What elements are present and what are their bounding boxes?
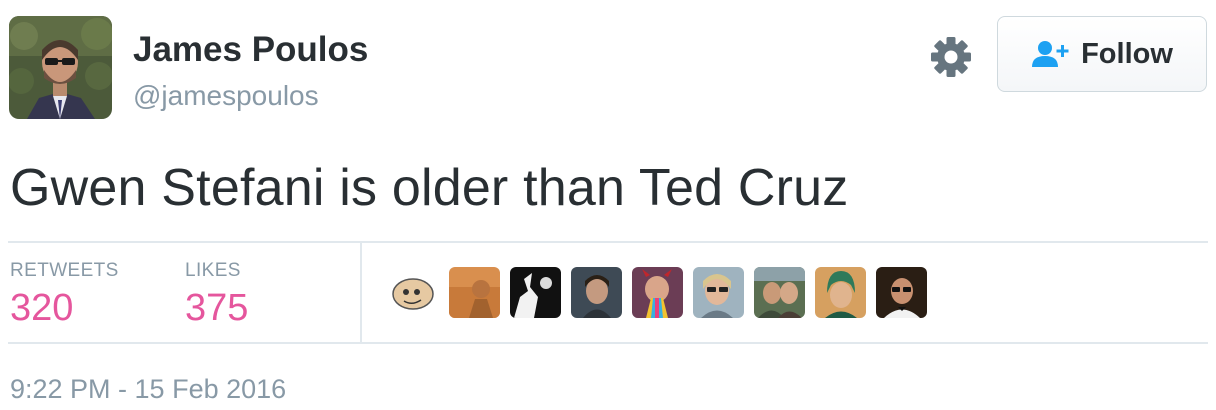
author-display-name[interactable]: James Poulos (133, 30, 368, 70)
follow-button-label: Follow (1081, 37, 1173, 70)
retweets-label[interactable]: RETWEETS (10, 260, 119, 282)
liker-avatar[interactable] (815, 267, 866, 318)
liker-avatar[interactable] (693, 267, 744, 318)
likes-count[interactable]: 375 (185, 287, 248, 330)
liker-avatar[interactable] (632, 267, 683, 318)
divider-top (8, 241, 1208, 243)
retweets-count[interactable]: 320 (10, 287, 73, 330)
stats-divider (360, 243, 362, 343)
tweet-timestamp[interactable]: 9:22 PM - 15 Feb 2016 (10, 374, 286, 405)
author-screen-name[interactable]: @jamespoulos (133, 80, 319, 112)
gear-icon[interactable] (929, 35, 973, 79)
tweet-text: Gwen Stefani is older than Ted Cruz (10, 159, 849, 217)
liker-avatar[interactable] (388, 267, 439, 318)
tweet-card: James Poulos @jamespoulos Follow Gwen St… (0, 0, 1216, 410)
liker-avatar[interactable] (449, 267, 500, 318)
follow-button[interactable]: Follow (997, 16, 1207, 92)
likes-label[interactable]: LIKES (185, 260, 241, 282)
person-add-icon (1032, 41, 1069, 67)
divider-bottom (8, 342, 1208, 344)
liker-avatar[interactable] (876, 267, 927, 318)
liker-avatar[interactable] (571, 267, 622, 318)
liker-avatar[interactable] (754, 267, 805, 318)
author-avatar[interactable] (9, 16, 112, 119)
liker-avatar[interactable] (510, 267, 561, 318)
liker-avatars (388, 267, 927, 318)
